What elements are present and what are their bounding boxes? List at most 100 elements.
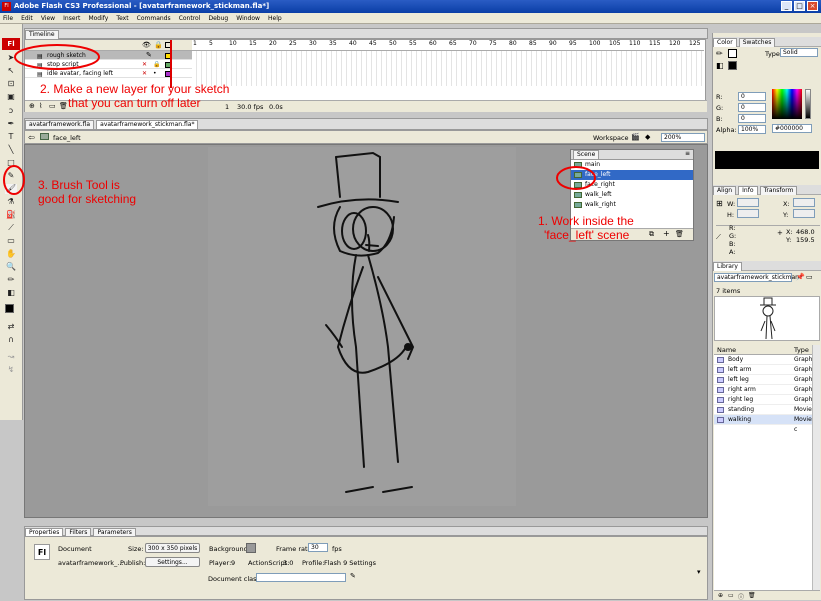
hex-input[interactable]: #000000 bbox=[772, 124, 812, 133]
library-file-select[interactable]: avatarframework_stickman bbox=[714, 273, 799, 282]
library-list: Body Graphic left arm Graphic left leg Graphi… bbox=[714, 355, 817, 595]
new-symbol-icon[interactable]: ⊕ bbox=[718, 592, 723, 599]
annotation-line: 2. Make a new layer for your sketch bbox=[40, 82, 230, 96]
actionscript-version: 3.0 bbox=[283, 559, 294, 567]
fill-color-swatch[interactable] bbox=[728, 61, 737, 70]
brightness-slider[interactable] bbox=[805, 89, 811, 119]
document-class-input[interactable] bbox=[256, 573, 346, 582]
library-footer: ⊕ ▭ ⓘ 🗑 bbox=[714, 590, 820, 601]
registration-icon[interactable]: ⊞ bbox=[716, 199, 723, 208]
annotation-scene-note: 1. Work inside the 'face_left' scene bbox=[538, 214, 668, 242]
stickman-preview bbox=[760, 297, 776, 340]
background-swatch[interactable] bbox=[246, 543, 256, 553]
library-item[interactable]: walking Movie c bbox=[714, 415, 812, 433]
library-item[interactable]: right leg Graphic bbox=[714, 395, 817, 405]
profile-label: Profile: bbox=[302, 559, 325, 567]
g-readout: G: bbox=[729, 232, 737, 240]
h-field[interactable] bbox=[737, 209, 759, 218]
y-field[interactable] bbox=[793, 209, 815, 218]
h-label: H: bbox=[727, 211, 735, 219]
library-count: 7 items bbox=[716, 287, 741, 295]
publish-label: Publish: bbox=[120, 559, 146, 567]
symbol-icon bbox=[717, 397, 724, 403]
rgba-readout: R: G: B: A: bbox=[729, 224, 736, 256]
color-spectrum[interactable] bbox=[772, 89, 802, 119]
library-scrollbar[interactable] bbox=[812, 345, 820, 595]
crosshair-icon: + bbox=[777, 229, 783, 237]
library-item[interactable]: right arm Graphic bbox=[714, 385, 817, 395]
b-label: B: bbox=[716, 115, 723, 123]
expand-arrow-icon[interactable]: ▾ bbox=[697, 568, 701, 576]
fps-unit: fps bbox=[332, 545, 342, 553]
library-item-type: Movie c bbox=[794, 416, 812, 433]
background-label: Background: bbox=[209, 545, 250, 553]
library-item[interactable]: left leg Graphic bbox=[714, 375, 817, 385]
type-select[interactable]: Solid bbox=[780, 48, 818, 57]
edit-class-pencil-icon[interactable]: ✎ bbox=[350, 572, 356, 580]
dropper-icon: ⟋ bbox=[716, 233, 721, 241]
g-input[interactable]: 0 bbox=[738, 103, 766, 112]
publish-settings-button[interactable]: Settings... bbox=[145, 557, 200, 567]
symbol-icon bbox=[717, 377, 724, 383]
alpha-input[interactable]: 100% bbox=[738, 125, 766, 134]
library-item[interactable]: left arm Graphic bbox=[714, 365, 817, 375]
annotation-line: 3. Brush Tool is bbox=[38, 178, 120, 192]
a-readout: A: bbox=[729, 248, 736, 256]
properties-panel bbox=[24, 536, 708, 600]
size-label: Size: bbox=[128, 545, 144, 553]
w-field[interactable] bbox=[737, 198, 759, 207]
g-label: G: bbox=[716, 104, 724, 112]
stroke-pencil-icon[interactable]: ✏ bbox=[716, 49, 723, 58]
document-fl-icon: Fl bbox=[34, 544, 50, 560]
annotation-line: that you can turn off later bbox=[68, 96, 201, 110]
player-version: 9 bbox=[231, 559, 236, 567]
symbol-icon bbox=[717, 357, 724, 363]
size-button[interactable]: 300 x 350 pixels bbox=[145, 543, 200, 553]
library-item-name: left arm bbox=[728, 366, 752, 373]
tab-align[interactable]: Align bbox=[713, 186, 737, 195]
color-panel-tabs: Color Swatches bbox=[713, 37, 821, 47]
y-label: Y: bbox=[783, 211, 789, 219]
color-preview bbox=[715, 151, 819, 169]
tab-color[interactable]: Color bbox=[713, 38, 737, 47]
b-input[interactable]: 0 bbox=[738, 114, 766, 123]
tab-library[interactable]: Library bbox=[713, 262, 742, 271]
new-folder-icon[interactable]: ▭ bbox=[728, 592, 734, 599]
annotation-layer-note: 2. Make a new layer for your sketch that… bbox=[40, 82, 340, 110]
library-item-name: right arm bbox=[728, 386, 756, 393]
pin-icon[interactable]: 📌 bbox=[796, 273, 805, 281]
x-field[interactable] bbox=[793, 198, 815, 207]
col-name[interactable]: Name bbox=[717, 346, 736, 354]
frame-rate-input[interactable]: 30 bbox=[308, 543, 328, 552]
library-item-name: standing bbox=[728, 406, 755, 413]
document-class-label: Document class: bbox=[208, 575, 263, 583]
col-type[interactable]: Type bbox=[794, 346, 809, 354]
symbol-icon bbox=[717, 387, 724, 393]
x-readout-label: X: bbox=[786, 228, 793, 236]
annotation-line: 1. Work inside the bbox=[538, 214, 634, 228]
annotation-line: good for sketching bbox=[38, 192, 137, 206]
library-item[interactable]: standingMovie C bbox=[714, 405, 812, 423]
fill-bucket-icon[interactable]: ◧ bbox=[716, 61, 724, 70]
tab-info[interactable]: Info bbox=[738, 186, 758, 195]
alpha-label: Alpha: bbox=[716, 126, 737, 134]
stroke-color-swatch[interactable] bbox=[728, 49, 737, 58]
profile-value: Flash 9 Settings bbox=[324, 559, 376, 567]
b-readout: B: bbox=[729, 240, 736, 248]
r-input[interactable]: 0 bbox=[738, 92, 766, 101]
library-header: Name Type bbox=[714, 345, 820, 355]
library-item[interactable]: Body Graphic bbox=[714, 355, 817, 365]
delete-item-icon[interactable]: 🗑 bbox=[748, 592, 756, 599]
symbol-icon bbox=[717, 367, 724, 373]
new-library-icon[interactable]: ▭ bbox=[806, 273, 813, 281]
annotation-brush-note: 3. Brush Tool is good for sketching bbox=[38, 178, 178, 206]
tab-transform[interactable]: Transform bbox=[759, 186, 798, 195]
tab-swatches[interactable]: Swatches bbox=[738, 38, 776, 47]
r-readout: R: bbox=[729, 224, 736, 232]
x-readout: 468.0 bbox=[796, 228, 815, 236]
info-panel-tabs: Align Info Transform bbox=[713, 185, 821, 195]
w-label: W: bbox=[727, 200, 736, 208]
x-label: X: bbox=[783, 200, 790, 208]
r-label: R: bbox=[716, 93, 723, 101]
library-item-name: Body bbox=[728, 356, 744, 363]
